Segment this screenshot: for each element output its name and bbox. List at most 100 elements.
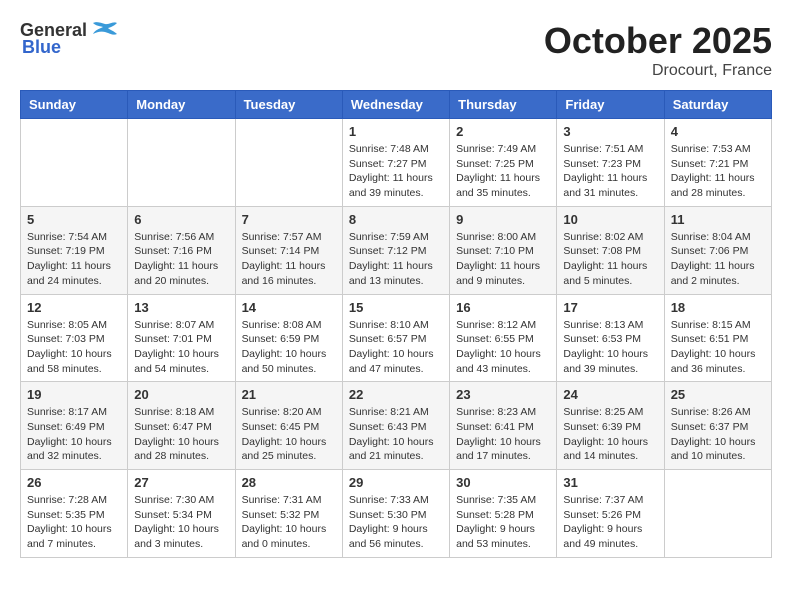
weekday-header: Sunday — [21, 91, 128, 119]
calendar-day-cell: 7 Sunrise: 7:57 AM Sunset: 7:14 PM Daylig… — [235, 206, 342, 294]
calendar-day-cell: 8 Sunrise: 7:59 AM Sunset: 7:12 PM Daylig… — [342, 206, 449, 294]
calendar-day-cell: 31 Sunrise: 7:37 AM Sunset: 5:26 PM Dayli… — [557, 470, 664, 558]
calendar-day-cell: 17 Sunrise: 8:13 AM Sunset: 6:53 PM Dayli… — [557, 294, 664, 382]
day-number: 17 — [563, 300, 657, 315]
day-info: Sunrise: 8:04 AM Sunset: 7:06 PM Dayligh… — [671, 230, 765, 289]
calendar-day-cell: 18Sunrise: 8:15 AM Sunset: 6:51 PM Dayli… — [664, 294, 771, 382]
calendar-day-cell: 1Sunrise: 7:48 AM Sunset: 7:27 PM Daylig… — [342, 119, 449, 207]
day-number: 31 — [563, 475, 657, 490]
day-info: Sunrise: 8:10 AM Sunset: 6:57 PM Dayligh… — [349, 318, 443, 377]
day-number: 25 — [671, 387, 765, 402]
day-info: Sunrise: 7:48 AM Sunset: 7:27 PM Dayligh… — [349, 142, 443, 201]
calendar-day-cell: 11 Sunrise: 8:04 AM Sunset: 7:06 PM Dayli… — [664, 206, 771, 294]
calendar-week-row: 12Sunrise: 8:05 AM Sunset: 7:03 PM Dayli… — [21, 294, 772, 382]
logo: General Blue — [20, 20, 119, 58]
day-number: 6 — [134, 212, 228, 227]
day-info: Sunrise: 7:31 AM Sunset: 5:32 PM Dayligh… — [242, 493, 336, 552]
day-number: 7 — [242, 212, 336, 227]
day-number: 10 — [563, 212, 657, 227]
day-number: 3 — [563, 124, 657, 139]
calendar-day-cell: 15 Sunrise: 8:10 AM Sunset: 6:57 PM Dayli… — [342, 294, 449, 382]
day-info: Sunrise: 7:35 AM Sunset: 5:28 PM Dayligh… — [456, 493, 550, 552]
calendar-day-cell: 3 Sunrise: 7:51 AM Sunset: 7:23 PM Daylig… — [557, 119, 664, 207]
calendar-day-cell: 25Sunrise: 8:26 AM Sunset: 6:37 PM Dayli… — [664, 382, 771, 470]
calendar-day-cell: 16 Sunrise: 8:12 AM Sunset: 6:55 PM Dayli… — [450, 294, 557, 382]
day-info: Sunrise: 8:02 AM Sunset: 7:08 PM Dayligh… — [563, 230, 657, 289]
calendar-day-cell: 20 Sunrise: 8:18 AM Sunset: 6:47 PM Dayli… — [128, 382, 235, 470]
day-info: Sunrise: 7:49 AM Sunset: 7:25 PM Dayligh… — [456, 142, 550, 201]
calendar-day-cell: 21Sunrise: 8:20 AM Sunset: 6:45 PM Dayli… — [235, 382, 342, 470]
day-info: Sunrise: 8:17 AM Sunset: 6:49 PM Dayligh… — [27, 405, 121, 464]
day-number: 13 — [134, 300, 228, 315]
day-info: Sunrise: 8:21 AM Sunset: 6:43 PM Dayligh… — [349, 405, 443, 464]
calendar-week-row: 1Sunrise: 7:48 AM Sunset: 7:27 PM Daylig… — [21, 119, 772, 207]
day-number: 19 — [27, 387, 121, 402]
day-number: 29 — [349, 475, 443, 490]
logo-bird-icon — [91, 21, 119, 41]
day-info: Sunrise: 8:12 AM Sunset: 6:55 PM Dayligh… — [456, 318, 550, 377]
day-number: 21 — [242, 387, 336, 402]
calendar-day-cell — [664, 470, 771, 558]
calendar-day-cell: 24Sunrise: 8:25 AM Sunset: 6:39 PM Dayli… — [557, 382, 664, 470]
day-number: 8 — [349, 212, 443, 227]
weekday-header: Tuesday — [235, 91, 342, 119]
calendar-day-cell: 19 Sunrise: 8:17 AM Sunset: 6:49 PM Dayli… — [21, 382, 128, 470]
calendar-day-cell: 2 Sunrise: 7:49 AM Sunset: 7:25 PM Daylig… — [450, 119, 557, 207]
day-info: Sunrise: 7:51 AM Sunset: 7:23 PM Dayligh… — [563, 142, 657, 201]
day-number: 2 — [456, 124, 550, 139]
calendar-week-row: 26 Sunrise: 7:28 AM Sunset: 5:35 PM Dayli… — [21, 470, 772, 558]
day-info: Sunrise: 7:28 AM Sunset: 5:35 PM Dayligh… — [27, 493, 121, 552]
page-header: General Blue October 2025 Drocourt, Fran… — [20, 20, 772, 80]
day-info: Sunrise: 7:33 AM Sunset: 5:30 PM Dayligh… — [349, 493, 443, 552]
calendar-day-cell: 29 Sunrise: 7:33 AM Sunset: 5:30 PM Dayli… — [342, 470, 449, 558]
day-info: Sunrise: 8:25 AM Sunset: 6:39 PM Dayligh… — [563, 405, 657, 464]
day-info: Sunrise: 8:05 AM Sunset: 7:03 PM Dayligh… — [27, 318, 121, 377]
day-info: Sunrise: 7:37 AM Sunset: 5:26 PM Dayligh… — [563, 493, 657, 552]
day-number: 26 — [27, 475, 121, 490]
calendar-day-cell: 28 Sunrise: 7:31 AM Sunset: 5:32 PM Dayli… — [235, 470, 342, 558]
calendar-day-cell: 26 Sunrise: 7:28 AM Sunset: 5:35 PM Dayli… — [21, 470, 128, 558]
weekday-header: Wednesday — [342, 91, 449, 119]
calendar-week-row: 19 Sunrise: 8:17 AM Sunset: 6:49 PM Dayli… — [21, 382, 772, 470]
calendar-day-cell — [128, 119, 235, 207]
day-info: Sunrise: 8:18 AM Sunset: 6:47 PM Dayligh… — [134, 405, 228, 464]
calendar-day-cell: 14Sunrise: 8:08 AM Sunset: 6:59 PM Dayli… — [235, 294, 342, 382]
day-number: 15 — [349, 300, 443, 315]
day-number: 22 — [349, 387, 443, 402]
calendar-day-cell: 6 Sunrise: 7:56 AM Sunset: 7:16 PM Daylig… — [128, 206, 235, 294]
calendar-week-row: 5Sunrise: 7:54 AM Sunset: 7:19 PM Daylig… — [21, 206, 772, 294]
calendar-day-cell: 23Sunrise: 8:23 AM Sunset: 6:41 PM Dayli… — [450, 382, 557, 470]
calendar-header-row: SundayMondayTuesdayWednesdayThursdayFrid… — [21, 91, 772, 119]
calendar-day-cell: 4Sunrise: 7:53 AM Sunset: 7:21 PM Daylig… — [664, 119, 771, 207]
day-info: Sunrise: 7:57 AM Sunset: 7:14 PM Dayligh… — [242, 230, 336, 289]
calendar-day-cell: 10 Sunrise: 8:02 AM Sunset: 7:08 PM Dayli… — [557, 206, 664, 294]
calendar-day-cell — [21, 119, 128, 207]
day-info: Sunrise: 7:59 AM Sunset: 7:12 PM Dayligh… — [349, 230, 443, 289]
day-number: 27 — [134, 475, 228, 490]
location: Drocourt, France — [544, 62, 772, 80]
day-number: 16 — [456, 300, 550, 315]
day-info: Sunrise: 8:15 AM Sunset: 6:51 PM Dayligh… — [671, 318, 765, 377]
day-info: Sunrise: 7:53 AM Sunset: 7:21 PM Dayligh… — [671, 142, 765, 201]
day-info: Sunrise: 8:07 AM Sunset: 7:01 PM Dayligh… — [134, 318, 228, 377]
weekday-header: Monday — [128, 91, 235, 119]
day-number: 9 — [456, 212, 550, 227]
day-info: Sunrise: 8:00 AM Sunset: 7:10 PM Dayligh… — [456, 230, 550, 289]
calendar-day-cell: 30Sunrise: 7:35 AM Sunset: 5:28 PM Dayli… — [450, 470, 557, 558]
day-number: 14 — [242, 300, 336, 315]
calendar-day-cell: 22 Sunrise: 8:21 AM Sunset: 6:43 PM Dayli… — [342, 382, 449, 470]
calendar: SundayMondayTuesdayWednesdayThursdayFrid… — [20, 90, 772, 558]
calendar-day-cell: 13 Sunrise: 8:07 AM Sunset: 7:01 PM Dayli… — [128, 294, 235, 382]
day-info: Sunrise: 7:56 AM Sunset: 7:16 PM Dayligh… — [134, 230, 228, 289]
day-number: 11 — [671, 212, 765, 227]
calendar-day-cell: 9 Sunrise: 8:00 AM Sunset: 7:10 PM Daylig… — [450, 206, 557, 294]
day-info: Sunrise: 8:23 AM Sunset: 6:41 PM Dayligh… — [456, 405, 550, 464]
calendar-day-cell — [235, 119, 342, 207]
weekday-header: Saturday — [664, 91, 771, 119]
day-info: Sunrise: 8:13 AM Sunset: 6:53 PM Dayligh… — [563, 318, 657, 377]
calendar-day-cell: 12Sunrise: 8:05 AM Sunset: 7:03 PM Dayli… — [21, 294, 128, 382]
calendar-day-cell: 5Sunrise: 7:54 AM Sunset: 7:19 PM Daylig… — [21, 206, 128, 294]
day-number: 20 — [134, 387, 228, 402]
day-number: 28 — [242, 475, 336, 490]
day-info: Sunrise: 7:30 AM Sunset: 5:34 PM Dayligh… — [134, 493, 228, 552]
